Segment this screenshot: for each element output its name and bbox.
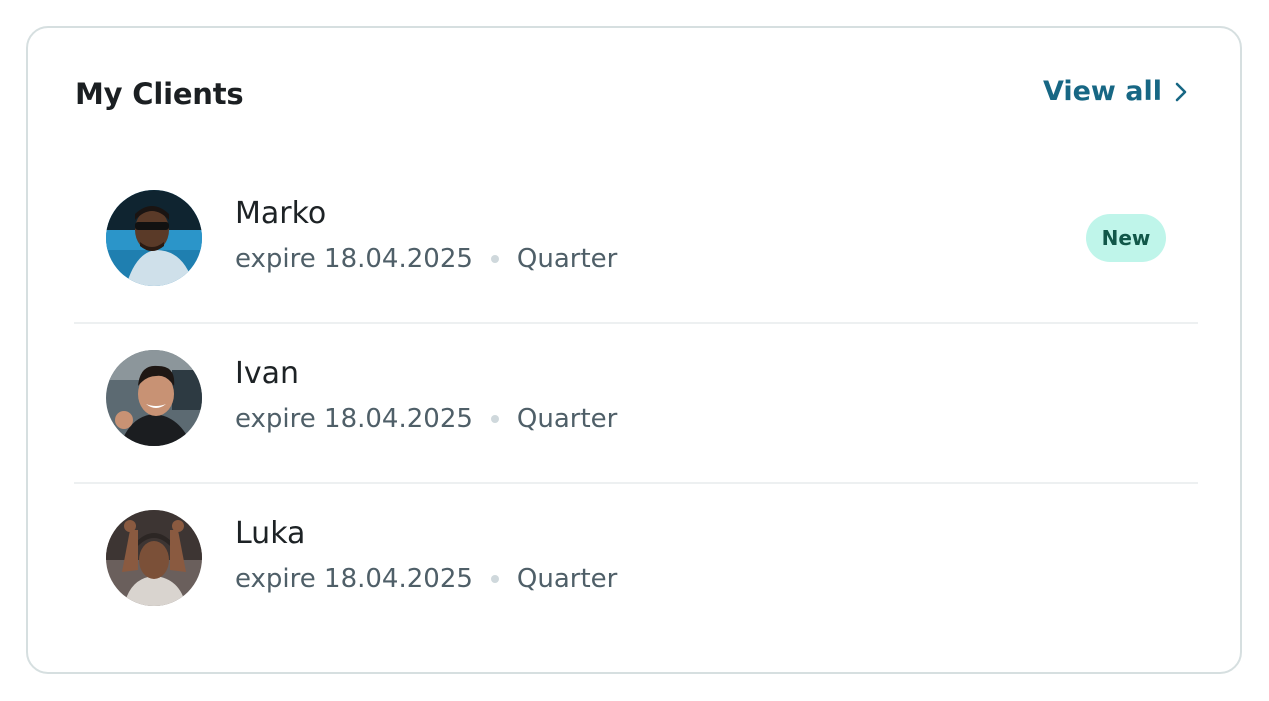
- avatar: [106, 350, 202, 446]
- client-row[interactable]: Ivan expire 18.04.2025 Quarter: [74, 324, 1198, 484]
- client-expire: expire 18.04.2025: [235, 564, 473, 594]
- client-meta: expire 18.04.2025 Quarter: [235, 564, 617, 594]
- separator-dot: [490, 415, 499, 423]
- client-meta: expire 18.04.2025 Quarter: [235, 244, 617, 274]
- new-badge: New: [1086, 214, 1166, 262]
- client-row[interactable]: Luka expire 18.04.2025 Quarter: [74, 484, 1198, 642]
- client-name: Marko: [235, 196, 327, 231]
- client-name: Ivan: [235, 356, 299, 391]
- avatar: [106, 190, 202, 286]
- card-title: My Clients: [75, 77, 244, 111]
- client-plan: Quarter: [516, 244, 618, 274]
- client-expire: expire 18.04.2025: [235, 404, 473, 434]
- separator-dot: [490, 255, 499, 263]
- client-row[interactable]: Marko expire 18.04.2025 Quarter New: [74, 164, 1198, 324]
- client-list: Marko expire 18.04.2025 Quarter New Ivan…: [74, 164, 1198, 642]
- client-meta: expire 18.04.2025 Quarter: [235, 404, 617, 434]
- avatar: [106, 510, 202, 606]
- client-expire: expire 18.04.2025: [235, 244, 473, 274]
- separator-dot: [490, 575, 499, 583]
- view-all-label: View all: [1042, 76, 1162, 107]
- client-name: Luka: [235, 516, 306, 551]
- view-all-link[interactable]: View all: [1043, 76, 1188, 107]
- client-plan: Quarter: [516, 564, 618, 594]
- client-plan: Quarter: [516, 404, 618, 434]
- my-clients-card: My Clients View all Marko expire 18.04.2…: [26, 26, 1242, 674]
- chevron-right-icon: [1174, 81, 1188, 103]
